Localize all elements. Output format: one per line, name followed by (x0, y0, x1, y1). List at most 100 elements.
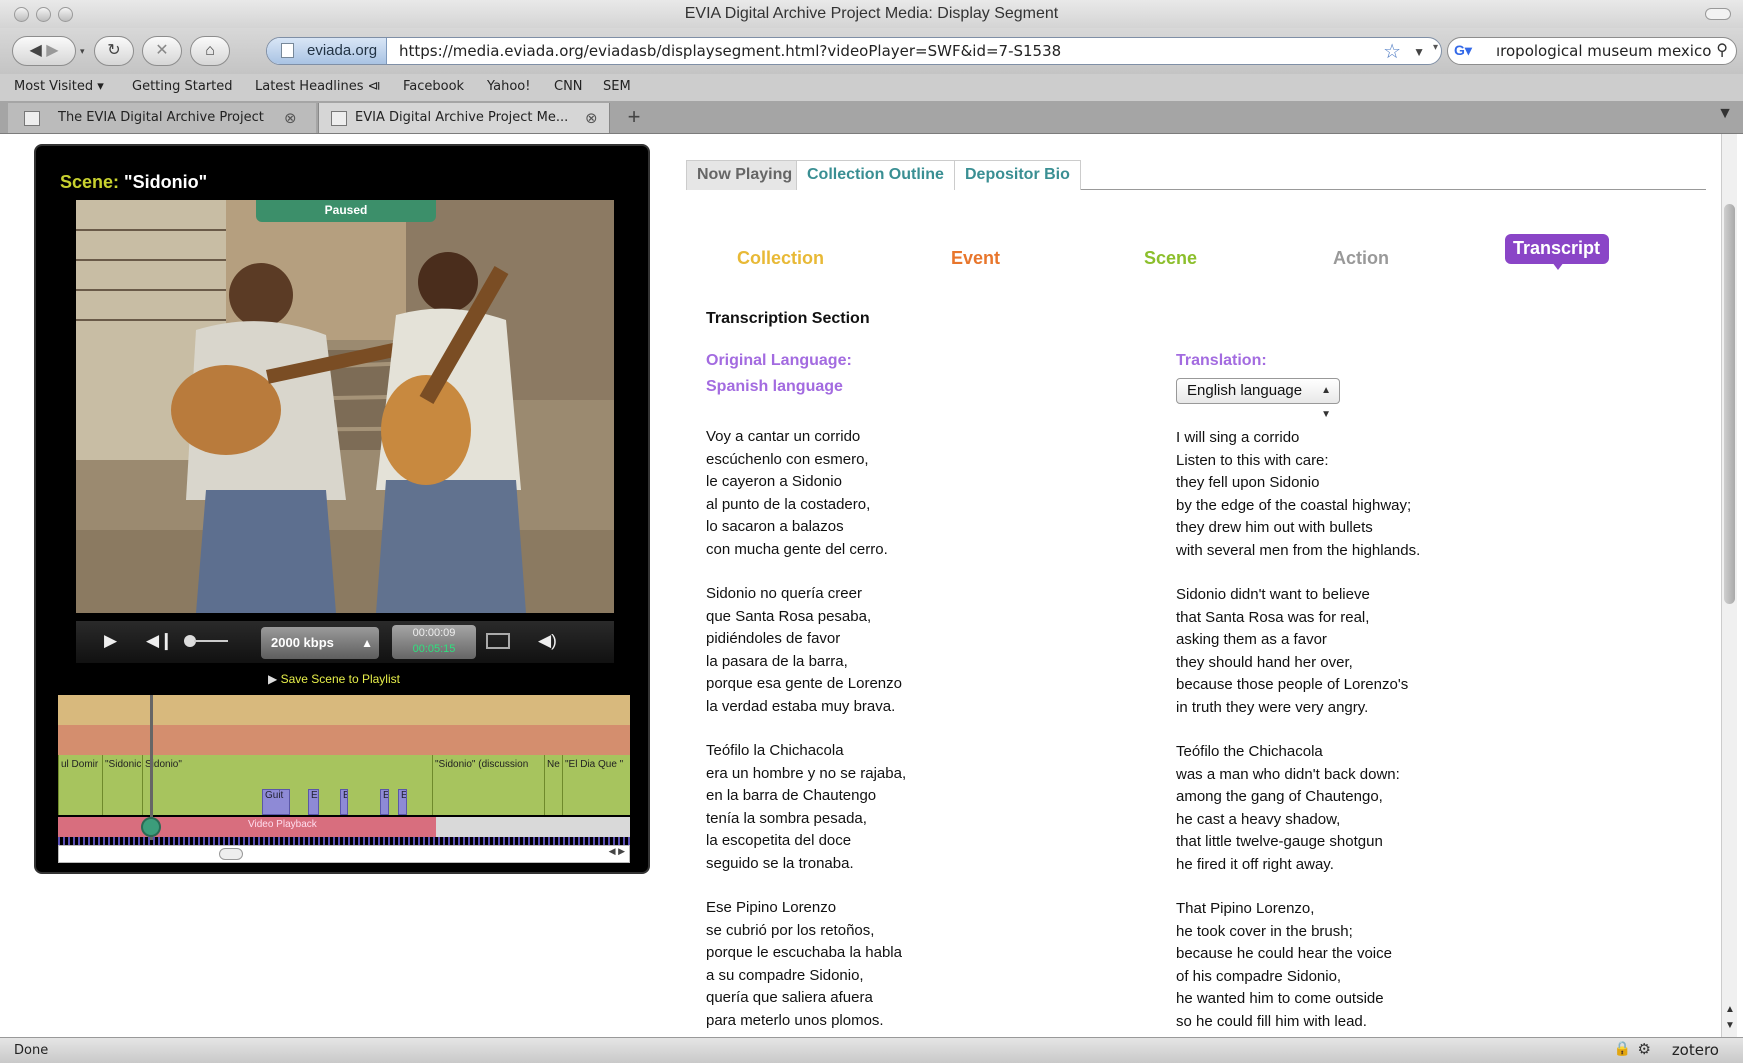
volume-slider-track[interactable] (194, 640, 228, 642)
history-dropdown-icon[interactable]: ▾ (80, 46, 85, 57)
reload-icon: ↻ (107, 42, 121, 59)
bookmark-most-visited[interactable]: Most Visited ▾ (14, 79, 104, 94)
verse-line: he cast a heavy shadow, (1176, 810, 1341, 828)
verse-line: he took cover in the brush; (1176, 922, 1353, 940)
tab-depositor-bio[interactable]: Depositor Bio (954, 160, 1081, 190)
timeline-segment[interactable]: "Sidonic (102, 755, 142, 815)
translation-language-select[interactable]: English language ▲ ▼ (1176, 378, 1340, 420)
tab-close-icon[interactable]: ⊗ (284, 103, 297, 133)
timeline-action[interactable]: Guit (262, 789, 290, 815)
verse-line: they fell upon Sidonio (1176, 474, 1320, 491)
tab-evia-archive[interactable]: The EVIA Digital Archive Project ⊗ (8, 103, 316, 133)
bookmark-getting-started[interactable]: Getting Started (132, 79, 233, 94)
stop-button[interactable]: ✕ (142, 36, 182, 66)
timeline-scrollbar[interactable]: ◀ ▶ (58, 845, 630, 863)
zotero-button[interactable]: zotero (1672, 1041, 1719, 1059)
forward-arrow-icon[interactable]: ▶ (46, 42, 58, 59)
back-arrow-icon[interactable]: ◀ (29, 42, 41, 59)
timeline-segment[interactable]: "El Dia Que " (562, 755, 630, 815)
segment-timeline[interactable]: ul Domir "Sidonic Sidonio" "Sidonio" (di… (58, 695, 630, 865)
minimize-window-button[interactable] (36, 7, 51, 22)
scroll-down-icon[interactable]: ▼ (1725, 1020, 1735, 1031)
verse-stanza: Ese Pipino Lorenzo se cubrió por los reto… (706, 897, 906, 1032)
category-action[interactable]: Action (1333, 248, 1389, 269)
tab-label: The EVIA Digital Archive Project (58, 110, 264, 125)
bookmark-cnn[interactable]: CNN (554, 79, 583, 94)
category-scene[interactable]: Scene (1144, 248, 1197, 269)
page-content: Scene: "Sidonio" Paused ▶ ◀❙ 2000 kbps ▲… (6, 134, 1721, 1037)
timeline-segment[interactable]: "Sidonio" (discussion (432, 755, 544, 815)
gear-icon[interactable]: ⚙ (1638, 1040, 1651, 1058)
verse-line: I will sing a corrido (1176, 429, 1300, 446)
verse-line: that little twelve-gauge shotgun (1176, 833, 1383, 850)
video-player: Scene: "Sidonio" Paused ▶ ◀❙ 2000 kbps ▲… (34, 144, 650, 874)
window-title: EVIA Digital Archive Project Media: Disp… (684, 5, 1059, 22)
verse-line: by the edge of the coastal highway; (1176, 496, 1412, 514)
verse-line: among the gang of Chautengo, (1176, 788, 1383, 805)
url-bar[interactable]: eviada.org https://media.eviada.org/evia… (266, 37, 1442, 65)
site-identity-button[interactable]: eviada.org (267, 38, 387, 64)
video-frame[interactable]: Paused (76, 200, 614, 613)
step-back-icon[interactable]: ◀❙ (146, 631, 173, 651)
tab-evia-media[interactable]: EVIA Digital Archive Project Me... ⊗ (318, 103, 610, 133)
toolbar-toggle-button[interactable] (1705, 8, 1731, 20)
magnifier-icon[interactable]: ⚲ (1716, 40, 1728, 60)
timeline-scroll-arrows-icon[interactable]: ◀ ▶ (609, 846, 625, 857)
bookmark-sem[interactable]: SEM (603, 79, 631, 94)
new-tab-button[interactable]: + (620, 103, 648, 133)
timeline-action[interactable]: E (380, 789, 389, 815)
page-tabs: Now Playing Collection Outline Depositor… (686, 160, 1706, 190)
category-transcript[interactable]: Transcript (1513, 238, 1600, 259)
google-search-engine-icon[interactable]: G▾ (1454, 42, 1490, 62)
zoom-window-button[interactable] (58, 7, 73, 22)
verse-line: en la barra de Chautengo (706, 787, 877, 804)
scroll-up-icon[interactable]: ▲ (1725, 1004, 1735, 1015)
back-forward-buttons[interactable]: ◀ ▶ (12, 36, 76, 66)
bookmark-latest-headlines[interactable]: Latest Headlines ⧏ (255, 79, 381, 94)
lock-icon: 🔒 (1613, 1041, 1631, 1057)
timeline-action[interactable]: E (340, 789, 348, 815)
search-input[interactable]: ıropological museum mexico (1496, 38, 1711, 64)
verse-line: That Pipino Lorenzo, (1176, 900, 1315, 917)
transcription-section-title: Transcription Section (706, 310, 870, 327)
home-button[interactable]: ⌂ (190, 36, 230, 66)
list-all-tabs-icon[interactable]: ▼ (1717, 105, 1733, 123)
search-bar[interactable]: G▾ ıropological museum mexico ⚲ (1447, 37, 1737, 65)
timeline-action[interactable]: E (308, 789, 319, 815)
verse-stanza: Teófilo la Chichacola era un hombre y no … (706, 740, 906, 875)
timeline-segment[interactable]: ul Domir (58, 755, 102, 815)
fullscreen-icon[interactable] (486, 633, 510, 649)
timeline-scroll-thumb[interactable] (219, 848, 243, 860)
video-still-image (76, 200, 614, 613)
url-text[interactable]: https://media.eviada.org/eviadasb/displa… (399, 38, 1061, 64)
tab-collection-outline[interactable]: Collection Outline (796, 160, 955, 190)
bookmark-star-icon[interactable]: ☆ (1383, 39, 1401, 64)
tab-close-icon[interactable]: ⊗ (585, 103, 598, 133)
play-triangle-icon: ▶ (268, 672, 278, 686)
bitrate-value: 2000 kbps (271, 635, 334, 650)
url-dropdown-icon[interactable]: ▼ (1413, 39, 1425, 64)
translation-label: Translation: (1176, 352, 1267, 369)
category-event[interactable]: Event (951, 248, 1000, 269)
verse-line: Listen to this with care: (1176, 451, 1329, 469)
bitrate-up-icon[interactable]: ▲ (361, 627, 373, 659)
browser-window: EVIA Digital Archive Project Media: Disp… (0, 0, 1743, 1063)
speaker-icon[interactable]: ◀) (538, 631, 557, 651)
close-window-button[interactable] (14, 7, 29, 22)
bookmark-yahoo[interactable]: Yahoo! (487, 79, 530, 94)
save-scene-to-playlist-link[interactable]: ▶ Save Scene to Playlist (268, 672, 400, 686)
timeline-segment[interactable]: Ne (544, 755, 562, 815)
page-scrollbar[interactable]: ▲ ▼ (1721, 134, 1737, 1037)
verse-line: la escopetita del doce (706, 832, 852, 849)
bitrate-select[interactable]: 2000 kbps ▲ (261, 627, 379, 659)
play-icon[interactable]: ▶ (104, 631, 117, 651)
timeline-action[interactable]: E (398, 789, 407, 815)
tab-now-playing[interactable]: Now Playing (686, 160, 804, 190)
separator-dot: ▾ (1433, 42, 1439, 53)
bookmark-facebook[interactable]: Facebook (403, 79, 464, 94)
reload-button[interactable]: ↻ (94, 36, 134, 66)
timeline-playhead-knob[interactable] (141, 817, 161, 837)
scene-title: Scene: "Sidonio" (60, 172, 207, 193)
page-scroll-thumb[interactable] (1724, 204, 1735, 604)
category-collection[interactable]: Collection (737, 248, 824, 269)
